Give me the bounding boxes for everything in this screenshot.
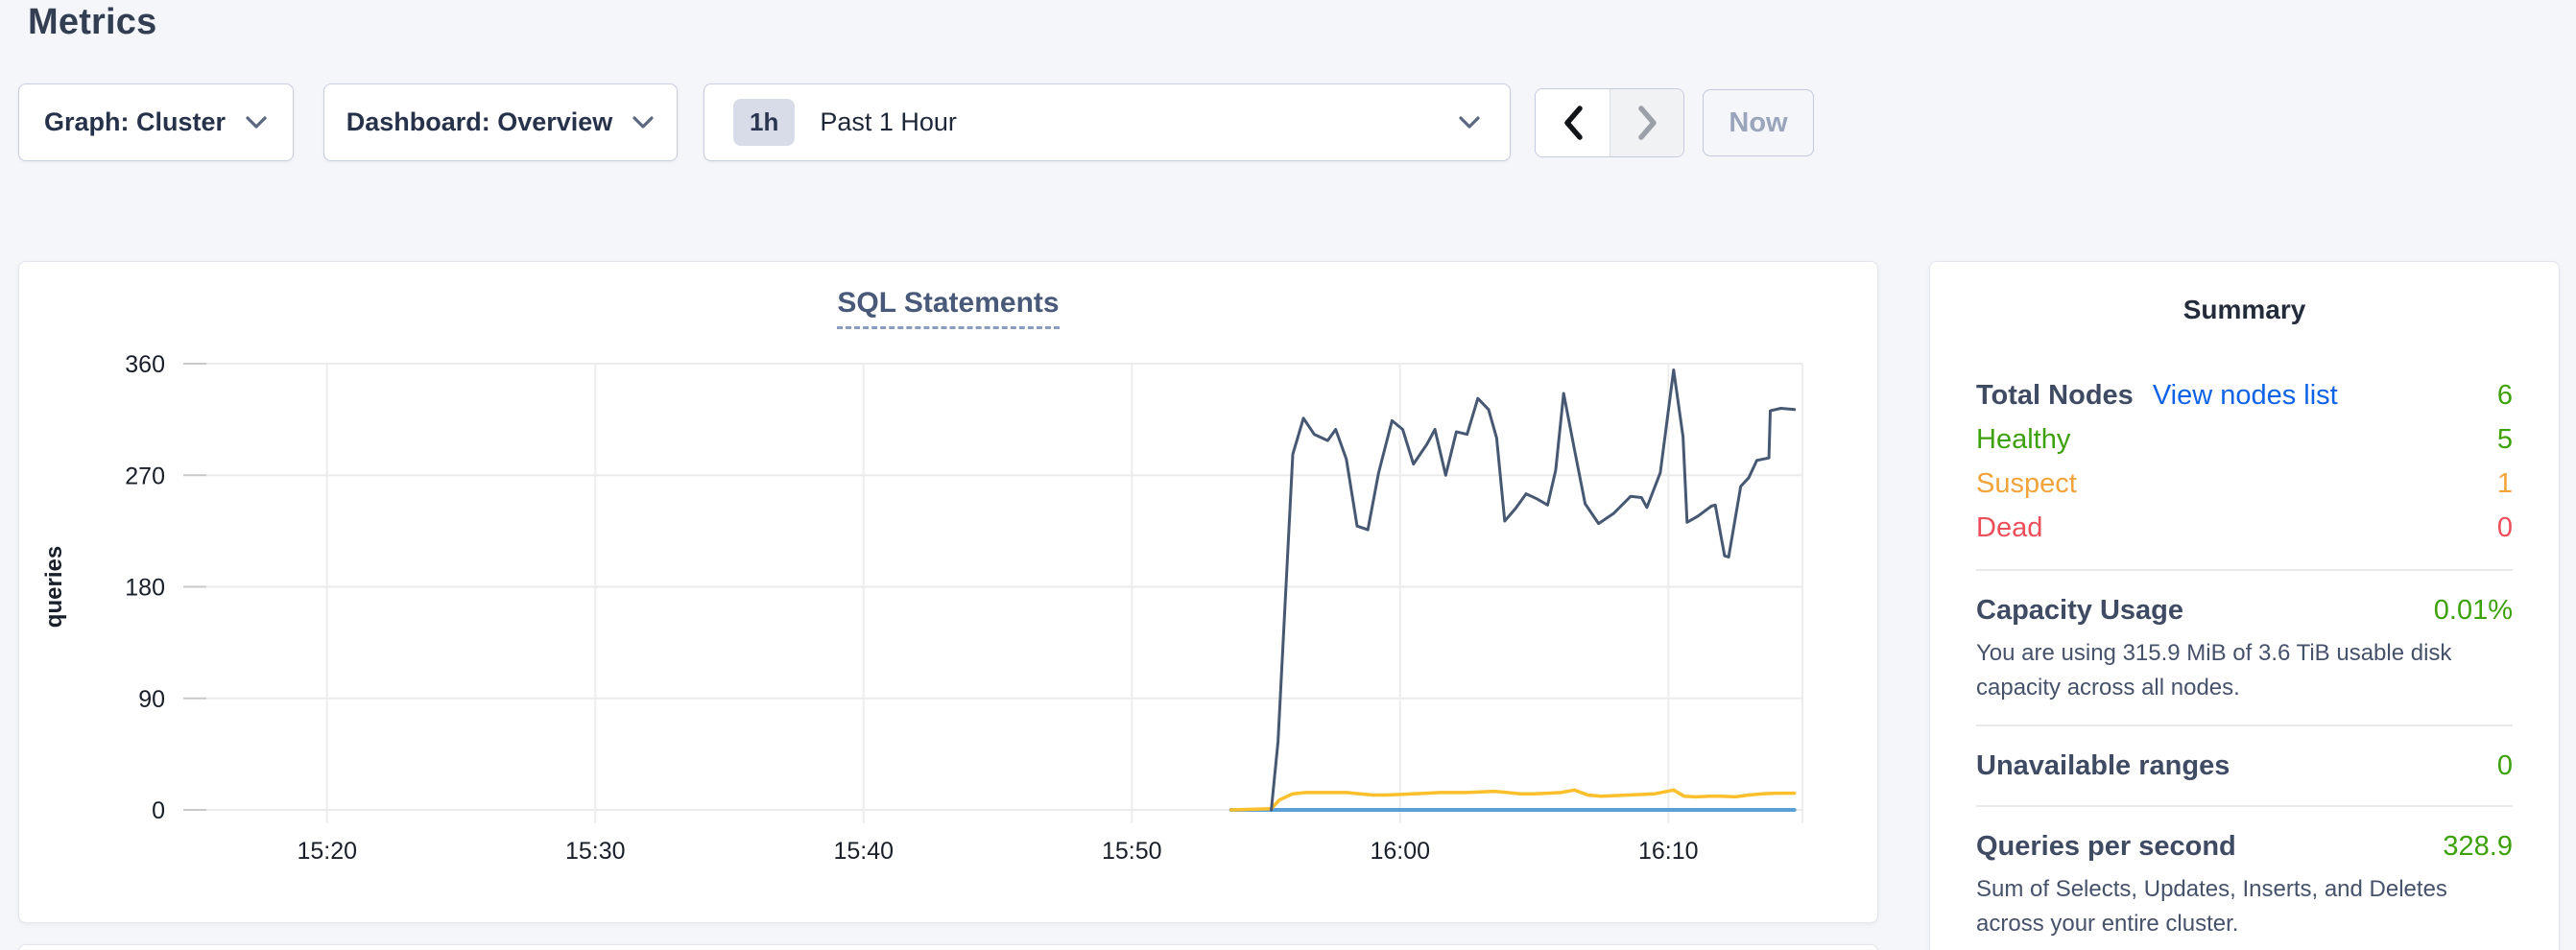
time-range-dropdown[interactable]: 1h Past 1 Hour [704,83,1511,161]
divider [1976,724,2513,726]
chevron-right-icon [1634,104,1659,142]
divider [1976,569,2513,571]
time-range-badge: 1h [733,99,795,146]
x-tick-label: 16:10 [1638,838,1699,865]
x-tick-label: 15:30 [565,838,626,865]
dashboard-dropdown-label: Dashboard: Overview [346,107,613,137]
total-nodes-value: 6 [2497,373,2513,417]
healthy-label: Healthy [1976,417,2070,462]
next-window-button[interactable] [1610,89,1683,156]
chevron-left-icon [1561,104,1586,142]
node-status-block: Total Nodes View nodes list 6 Healthy 5 … [1976,373,2513,550]
unavailable-ranges-label: Unavailable ranges [1976,746,2230,786]
sql-statements-chart-card: SQL Statements 09018027036015:2015:3015:… [18,261,1878,923]
summary-panel: Summary Total Nodes View nodes list 6 He… [1929,261,2560,950]
x-tick-label: 16:00 [1370,838,1430,865]
queries-per-second-value: 328.9 [2443,826,2513,867]
x-tick-label: 15:40 [833,838,894,865]
suspect-label: Suspect [1976,462,2077,506]
healthy-nodes-row: Healthy 5 [1976,417,2513,462]
y-tick-label: 90 [138,686,165,713]
unavailable-ranges-value: 0 [2497,746,2513,786]
time-range-label: Past 1 Hour [820,107,1458,137]
chevron-down-icon [632,115,655,130]
unavailable-ranges-section: Unavailable ranges 0 [1976,746,2513,786]
y-axis-label: queries [41,546,67,628]
page-title: Metrics [28,2,156,43]
capacity-usage-section: Capacity Usage 0.01% You are using 315.9… [1976,590,2513,705]
dead-value: 0 [2497,506,2513,550]
dashboard-dropdown[interactable]: Dashboard: Overview [323,83,678,161]
y-tick-label: 270 [125,463,165,489]
x-tick-label: 15:20 [297,838,357,865]
time-window-pager [1535,88,1684,157]
previous-window-button[interactable] [1536,89,1610,156]
graph-dropdown[interactable]: Graph: Cluster [18,83,294,161]
series-dark-blue [1272,370,1795,811]
y-tick-label: 0 [152,797,165,824]
queries-per-second-label: Queries per second [1976,826,2236,867]
next-chart-card-partial [18,944,1878,950]
toolbar: Graph: Cluster Dashboard: Overview 1h Pa… [18,83,1814,161]
view-nodes-list-link[interactable]: View nodes list [2153,373,2338,417]
queries-per-second-section: Queries per second 328.9 Sum of Selects,… [1976,826,2513,941]
now-button[interactable]: Now [1703,89,1814,156]
total-nodes-row: Total Nodes View nodes list 6 [1976,373,2513,417]
dead-label: Dead [1976,506,2042,550]
chevron-down-icon [245,115,268,130]
healthy-value: 5 [2497,417,2513,462]
capacity-usage-label: Capacity Usage [1976,590,2183,630]
x-tick-label: 15:50 [1102,838,1162,865]
suspect-value: 1 [2497,462,2513,506]
sql-statements-chart: 0 90 180 270 360 15:20 15:30 15:40 15:50 16:00 16:… [19,262,1879,924]
suspect-nodes-row: Suspect 1 [1976,462,2513,506]
dead-nodes-row: Dead 0 [1976,506,2513,550]
series-yellow [1231,790,1795,810]
total-nodes-label: Total Nodes [1976,373,2134,417]
capacity-usage-description: You are using 315.9 MiB of 3.6 TiB usabl… [1976,636,2513,705]
divider [1976,805,2513,807]
capacity-usage-value: 0.01% [2434,590,2513,630]
y-tick-label: 180 [125,575,165,602]
summary-title: Summary [1976,295,2513,325]
chevron-down-icon [1458,115,1481,130]
graph-dropdown-label: Graph: Cluster [44,107,226,137]
y-tick-label: 360 [125,351,165,378]
queries-per-second-description: Sum of Selects, Updates, Inserts, and De… [1976,872,2513,941]
